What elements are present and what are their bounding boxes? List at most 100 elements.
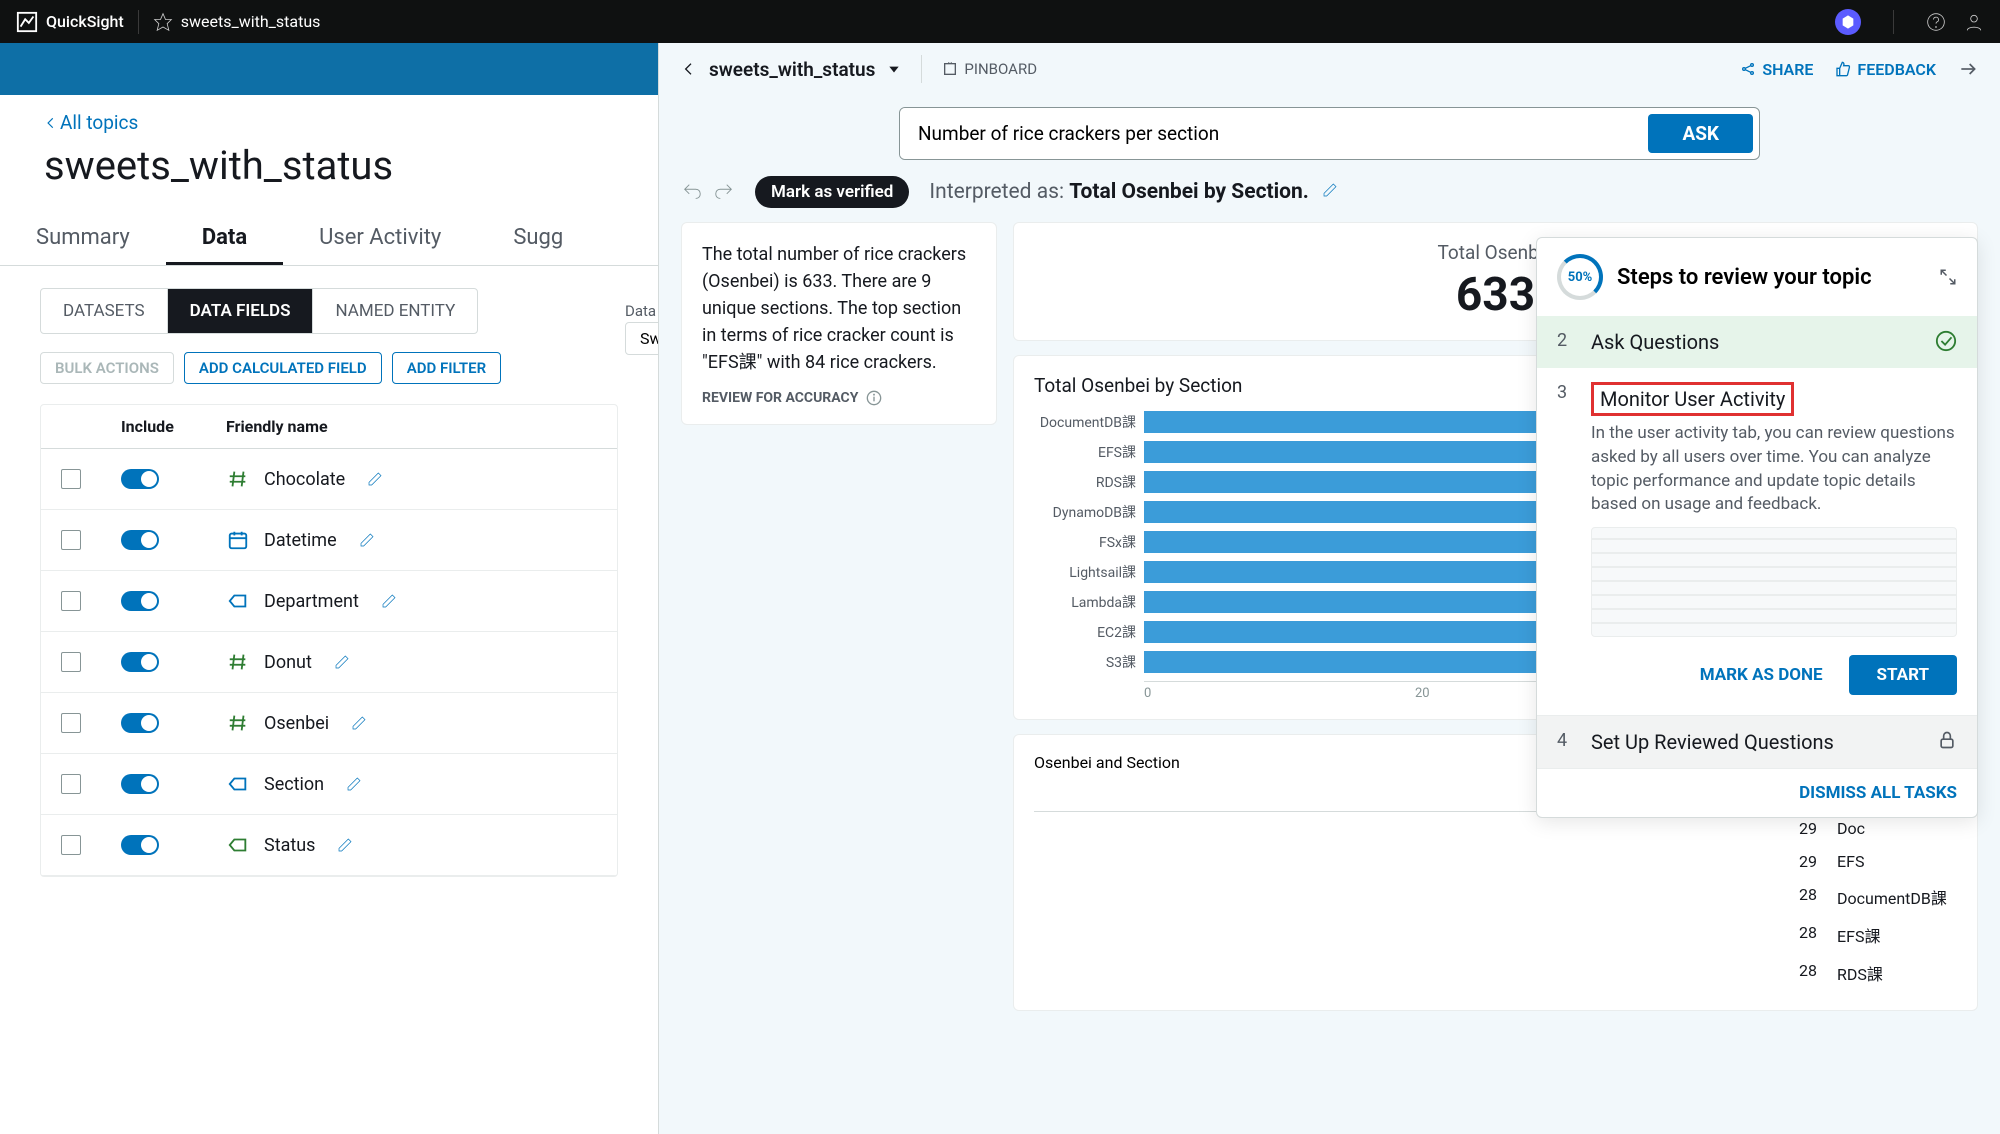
question-input[interactable]: [900, 108, 1642, 159]
checkbox[interactable]: [61, 652, 81, 672]
seg-named-entity[interactable]: NAMED ENTITY: [313, 289, 477, 333]
divider: [138, 10, 139, 34]
edit-icon[interactable]: [346, 776, 362, 792]
table-row: Donut: [41, 632, 617, 693]
step-4-title: Set Up Reviewed Questions: [1591, 730, 1917, 754]
right-pane: sweets_with_status PINBOARD SHARE FEEDBA…: [658, 43, 2000, 1134]
bar-label: DocumentDB課: [1034, 412, 1144, 432]
table-row: Status: [41, 815, 617, 876]
undo-icon[interactable]: [681, 181, 703, 203]
document-title: sweets_with_status: [181, 12, 321, 31]
help-icon[interactable]: [1926, 12, 1946, 32]
divider: [921, 55, 922, 83]
checkbox[interactable]: [61, 835, 81, 855]
divider: [1893, 10, 1894, 34]
field-name: Status: [264, 835, 315, 856]
mark-as-done-button[interactable]: MARK AS DONE: [1688, 655, 1835, 695]
include-toggle[interactable]: [121, 469, 159, 489]
verify-row: Mark as verified Interpreted as: Total O…: [659, 172, 2000, 222]
edit-icon[interactable]: [337, 837, 353, 853]
add-calculated-field-button[interactable]: ADD CALCULATED FIELD: [184, 352, 382, 384]
edit-icon[interactable]: [334, 654, 350, 670]
checkbox[interactable]: [61, 774, 81, 794]
include-toggle[interactable]: [121, 591, 159, 611]
checkbox[interactable]: [61, 713, 81, 733]
include-toggle[interactable]: [121, 713, 159, 733]
add-filter-button[interactable]: ADD FILTER: [392, 352, 501, 384]
thumbs-up-icon: [1835, 61, 1851, 77]
edit-icon[interactable]: [367, 471, 383, 487]
bar-label: Lightsail課: [1034, 562, 1144, 582]
tab-suggestions[interactable]: Sugg: [477, 215, 599, 265]
table-row: 28EFS課: [1034, 916, 1957, 954]
rp-header: sweets_with_status PINBOARD SHARE FEEDBA…: [659, 43, 2000, 95]
bar-label: S3課: [1034, 652, 1144, 672]
review-accuracy[interactable]: REVIEW FOR ACCURACY: [702, 390, 976, 406]
bar-label: RDS課: [1034, 472, 1144, 492]
check-circle-icon: [1935, 330, 1957, 352]
chevron-left-icon: [44, 116, 58, 130]
redo-icon[interactable]: [713, 181, 735, 203]
dismiss-all-tasks[interactable]: DISMISS ALL TASKS: [1537, 768, 1977, 817]
topbar-right: [1835, 9, 1984, 35]
checkbox[interactable]: [61, 591, 81, 611]
ask-box: ASK: [899, 107, 1760, 160]
step-2[interactable]: 2 Ask Questions: [1537, 316, 1977, 368]
pinboard-link[interactable]: PINBOARD: [942, 60, 1037, 78]
share-link[interactable]: SHARE: [1740, 60, 1813, 79]
arrow-right-icon[interactable]: [1958, 59, 1978, 79]
edit-icon[interactable]: [381, 593, 397, 609]
start-button[interactable]: START: [1849, 655, 1957, 695]
include-toggle[interactable]: [121, 774, 159, 794]
include-toggle[interactable]: [121, 835, 159, 855]
quicksight-logo-icon: [16, 11, 38, 33]
bar-label: FSx課: [1034, 532, 1144, 552]
dimension-icon: [226, 589, 250, 613]
action-row: BULK ACTIONS ADD CALCULATED FIELD ADD FI…: [40, 352, 618, 384]
tab-summary[interactable]: Summary: [0, 215, 166, 265]
edit-icon[interactable]: [351, 715, 367, 731]
interpretation: Interpreted as: Total Osenbei by Section…: [929, 180, 1338, 204]
field-name: Chocolate: [264, 469, 345, 490]
lock-icon: [1937, 730, 1957, 750]
table-row: Chocolate: [41, 449, 617, 510]
field-name: Osenbei: [264, 713, 329, 734]
step-3: 3 Monitor User Activity In the user acti…: [1537, 368, 1977, 651]
checkbox[interactable]: [61, 469, 81, 489]
step-4[interactable]: 4 Set Up Reviewed Questions: [1537, 715, 1977, 768]
feedback-link[interactable]: FEEDBACK: [1835, 60, 1936, 79]
checkbox[interactable]: [61, 530, 81, 550]
edit-icon[interactable]: [359, 532, 375, 548]
star-icon[interactable]: [153, 12, 173, 32]
mark-verified-button[interactable]: Mark as verified: [755, 176, 909, 208]
hexagon-icon[interactable]: [1835, 9, 1861, 35]
edit-icon[interactable]: [1322, 182, 1338, 198]
tab-data[interactable]: Data: [166, 215, 283, 265]
expand-icon[interactable]: [1939, 268, 1957, 286]
include-toggle[interactable]: [121, 652, 159, 672]
table-row: Section: [41, 754, 617, 815]
field-name: Datetime: [264, 530, 337, 551]
include-toggle[interactable]: [121, 530, 159, 550]
user-icon[interactable]: [1964, 12, 1984, 32]
undo-redo: [681, 181, 735, 203]
bulk-actions-button: BULK ACTIONS: [40, 352, 174, 384]
seg-data-fields[interactable]: DATA FIELDS: [168, 289, 314, 333]
document-title-area[interactable]: sweets_with_status: [153, 12, 321, 32]
back-link[interactable]: All topics: [0, 95, 658, 138]
seg-datasets[interactable]: DATASETS: [41, 289, 168, 333]
left-tabs: Summary Data User Activity Sugg: [0, 215, 658, 266]
bar-label: DynamoDB課: [1034, 502, 1144, 522]
step-3-desc: In the user activity tab, you can review…: [1591, 422, 1957, 517]
steps-title: Steps to review your topic: [1617, 265, 1872, 290]
rp-back[interactable]: sweets_with_status: [681, 58, 901, 81]
tab-user-activity[interactable]: User Activity: [283, 215, 477, 265]
ask-button[interactable]: ASK: [1648, 114, 1753, 153]
caret-down-icon: [887, 62, 901, 76]
chevron-left-icon: [681, 61, 697, 77]
left-pane: All topics sweets_with_status Summary Da…: [0, 95, 658, 1134]
step-3-actions: MARK AS DONE START: [1537, 651, 1977, 715]
table-header: Include Friendly name: [41, 405, 617, 449]
field-table: Include Friendly name Chocolate Datetime…: [40, 404, 618, 877]
logo: QuickSight: [16, 11, 124, 33]
